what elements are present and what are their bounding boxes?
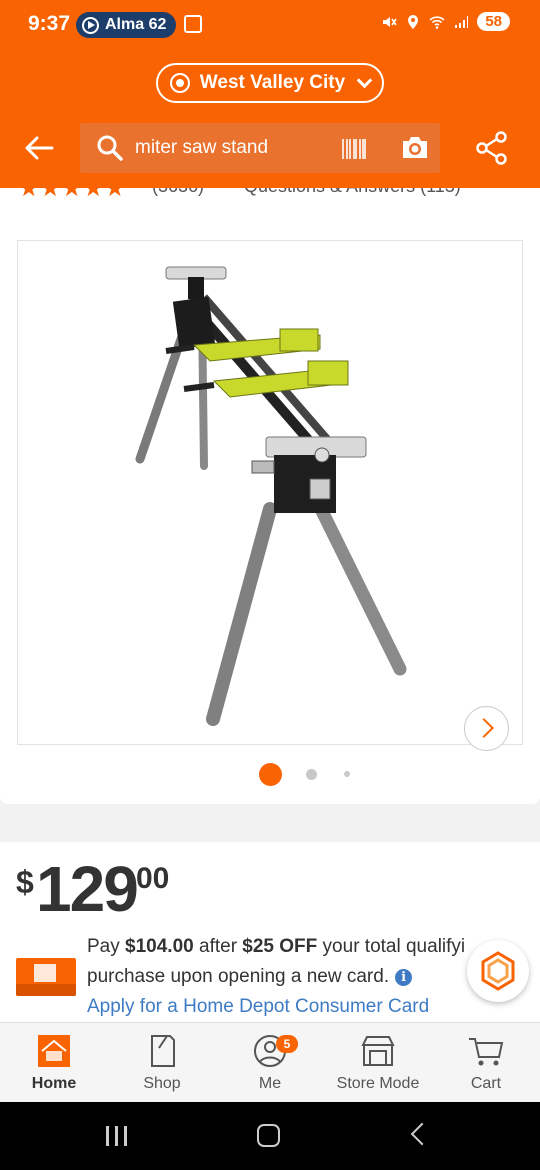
nav-home-label: Home xyxy=(31,1075,77,1092)
home-depot-logo-icon xyxy=(34,964,56,982)
nav-shop-label: Shop xyxy=(143,1075,181,1092)
search-query: miter saw stand xyxy=(135,137,269,158)
nav-shop[interactable]: Shop xyxy=(108,1033,216,1093)
target-location-icon xyxy=(169,73,190,93)
cart-icon xyxy=(469,1038,504,1066)
nav-store-mode-label: Store Mode xyxy=(336,1075,420,1092)
reviews-strip: ★★★★★ (3636) Questions & Answers (113) xyxy=(0,188,540,222)
price-dollars: 129 xyxy=(36,853,139,925)
status-icons: 58 xyxy=(381,12,510,31)
questions-answers-link[interactable]: Questions & Answers (113) xyxy=(244,188,461,197)
wifi-icon xyxy=(429,15,445,29)
review-count[interactable]: (3636) xyxy=(152,188,204,197)
mute-icon xyxy=(383,16,397,27)
promo-text-line1: Pay $104.00 after $25 OFF your total qua… xyxy=(87,936,466,957)
camera-icon[interactable] xyxy=(400,133,430,161)
carousel-dot[interactable] xyxy=(306,769,317,780)
location-icon xyxy=(408,14,419,29)
store-icon xyxy=(361,1036,395,1066)
system-navigation-bar xyxy=(0,1102,540,1170)
search-icon xyxy=(97,135,123,161)
app-header: West Valley City miter saw stand xyxy=(0,48,540,188)
miter-saw-stand-image xyxy=(135,266,407,726)
screenshot-icon xyxy=(184,15,202,33)
shop-icon xyxy=(151,1035,175,1067)
carousel-dot-active[interactable] xyxy=(259,763,282,786)
chat-assistant-button[interactable] xyxy=(467,940,529,1002)
next-image-button[interactable] xyxy=(464,706,509,751)
carousel-dot[interactable] xyxy=(344,771,350,777)
recent-apps-icon[interactable] xyxy=(106,1126,130,1146)
back-arrow-icon[interactable] xyxy=(24,134,54,162)
play-icon xyxy=(82,16,99,34)
search-input[interactable]: miter saw stand xyxy=(80,123,440,173)
apply-card-link[interactable]: Apply for a Home Depot Consumer Card xyxy=(87,996,429,1018)
status-bar: 9:37 Alma 62 58 xyxy=(0,0,540,48)
media-pill[interactable]: Alma 62 xyxy=(76,12,177,38)
nav-me[interactable]: 5 Me xyxy=(216,1033,324,1093)
nav-store-mode[interactable]: Store Mode xyxy=(324,1033,432,1093)
chevron-down-icon xyxy=(356,72,373,88)
info-icon[interactable]: i xyxy=(395,969,413,986)
share-icon[interactable] xyxy=(476,131,508,165)
store-location-label: West Valley City xyxy=(199,72,346,93)
product-image-card xyxy=(0,222,540,804)
promo-text-line2: purchase upon opening a new card. i xyxy=(87,966,413,988)
promo-pay-amount: $104.00 xyxy=(125,936,194,957)
media-pill-label: Alma 62 xyxy=(105,16,167,33)
nav-cart[interactable]: Cart xyxy=(432,1033,540,1093)
battery-indicator: 58 xyxy=(477,12,510,31)
status-time: 9:37 xyxy=(28,12,71,35)
nav-cart-label: Cart xyxy=(470,1075,502,1092)
store-location-selector[interactable]: West Valley City xyxy=(156,63,384,103)
rating-stars[interactable]: ★★★★★ xyxy=(18,188,126,203)
credit-card-image xyxy=(16,958,76,996)
home-button-icon[interactable] xyxy=(257,1124,280,1147)
product-image[interactable] xyxy=(17,240,523,745)
bottom-navigation: Home Shop 5 Me Store Mode Cart xyxy=(0,1022,540,1102)
nav-home[interactable]: Home xyxy=(0,1033,108,1093)
price-section: $ 129 00 Pay $104.00 after $25 OFF your … xyxy=(0,842,540,1022)
price-cents: 00 xyxy=(136,862,170,895)
signal-icon xyxy=(455,15,469,28)
notification-badge: 5 xyxy=(276,1035,298,1053)
home-logo-icon xyxy=(38,1035,70,1067)
hexagon-chat-icon xyxy=(481,951,515,991)
price-currency: $ xyxy=(16,864,34,900)
promo-discount: $25 OFF xyxy=(242,936,318,957)
nav-me-label: Me xyxy=(258,1075,282,1092)
barcode-scan-icon[interactable] xyxy=(342,138,366,160)
back-button-icon[interactable] xyxy=(410,1122,434,1146)
